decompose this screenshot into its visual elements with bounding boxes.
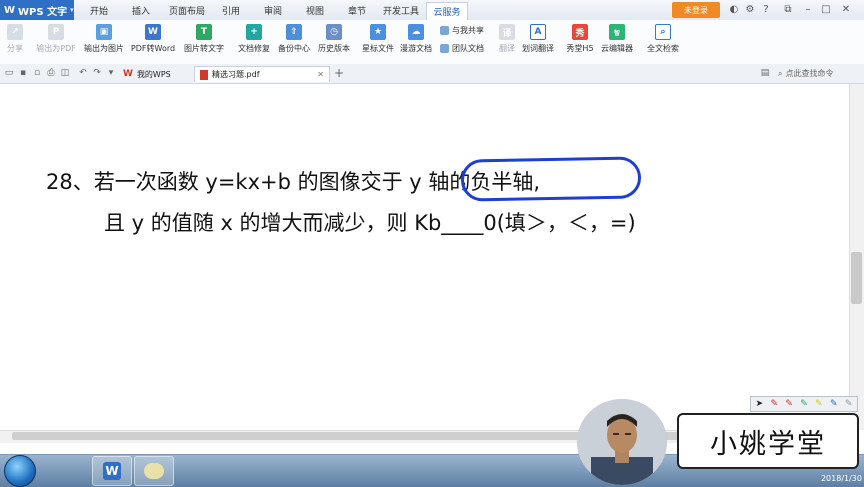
export-pdf-button[interactable]: P 输出为PDF <box>34 22 78 62</box>
app-menu-button[interactable]: W WPS 文字 ▾ <box>0 0 74 20</box>
vertical-scroll-thumb[interactable] <box>851 252 862 304</box>
export-icon[interactable]: ▫ <box>32 68 42 78</box>
pen-annotation-ellipse <box>460 156 642 202</box>
backup-icon: ⇧ <box>286 24 302 40</box>
undo-icon[interactable]: ↶ <box>78 68 88 78</box>
tab-reference[interactable]: 引用 <box>216 2 246 19</box>
translate-button[interactable]: 译 翻译 <box>494 22 520 62</box>
highlighter-icon[interactable]: ✎ <box>812 398 825 410</box>
taskbar-date: 2018/1/30 <box>820 474 862 483</box>
word-translate-button[interactable]: A 划词翻译 <box>520 22 556 62</box>
pdf-to-word-icon: W <box>145 24 161 40</box>
pdf-file-icon <box>200 69 208 80</box>
wps-logo-icon: W <box>4 4 16 16</box>
presenter-webcam <box>577 399 667 485</box>
image-to-text-button[interactable]: T 图片转文字 <box>182 22 226 62</box>
team-doc-button[interactable]: 团队文档 <box>440 42 484 54</box>
help-icon[interactable]: ? <box>758 2 774 17</box>
pdf-export-icon: P <box>48 24 64 40</box>
word-translate-icon: A <box>530 24 546 40</box>
cloud-editor-button[interactable]: 智 云编辑器 <box>598 22 636 62</box>
star-file-button[interactable]: ★ 星标文件 <box>360 22 396 62</box>
h5-icon: 秀 <box>572 24 588 40</box>
tab-cloud-service[interactable]: 云服务 <box>426 2 468 20</box>
restore-window-icon[interactable]: ⧉ <box>780 2 796 17</box>
wps-logo-icon: W <box>103 462 121 480</box>
minimize-icon[interactable]: – <box>800 2 816 17</box>
fulltext-search-button[interactable]: ⌕ 全文检索 <box>644 22 682 62</box>
eraser-icon[interactable]: ✎ <box>842 398 855 410</box>
shared-with-me-button[interactable]: 与我共享 <box>440 24 484 36</box>
image-export-icon: ▣ <box>96 24 112 40</box>
document-page[interactable] <box>0 84 849 430</box>
print-icon[interactable]: ⎙ <box>46 68 56 78</box>
start-button[interactable] <box>4 455 36 487</box>
doc-repair-icon: + <box>246 24 262 40</box>
settings-icon[interactable]: ⚙ <box>742 2 758 17</box>
chevron-down-icon: ▾ <box>70 6 74 14</box>
ocr-icon: T <box>196 24 212 40</box>
search-icon: ⌕ <box>778 68 783 78</box>
more-icon[interactable]: ▾ <box>106 68 116 78</box>
wps-logo-icon: W <box>123 69 133 79</box>
team-icon <box>440 43 449 53</box>
skin-icon[interactable]: ◐ <box>726 2 742 17</box>
history-version-button[interactable]: ◷ 历史版本 <box>314 22 354 62</box>
share-icon: ↗ <box>7 24 23 40</box>
open-icon[interactable]: ▭ <box>4 68 14 78</box>
history-icon: ◷ <box>326 24 342 40</box>
star-file-icon: ★ <box>370 24 386 40</box>
tab-view[interactable]: 视图 <box>300 2 330 19</box>
list-view-icon[interactable]: ▤ <box>760 68 770 78</box>
pdf-to-word-button[interactable]: W PDF转Word <box>128 22 178 62</box>
cloud-editor-icon: 智 <box>609 24 625 40</box>
tab-chapter[interactable]: 章节 <box>342 2 372 19</box>
tab-developer[interactable]: 开发工具 <box>380 2 422 19</box>
doc-tab-my-wps[interactable]: W 我的WPS <box>118 66 192 82</box>
pen-toolbar: ➤ ✎ ✎ ✎ ✎ ✎ ✎ <box>750 396 858 412</box>
green-pen-icon[interactable]: ✎ <box>798 398 811 410</box>
taskbar-wps-app[interactable]: W <box>92 456 132 486</box>
translate-icon: 译 <box>499 24 515 40</box>
tab-insert[interactable]: 插入 <box>126 2 156 19</box>
share-users-icon <box>440 25 449 35</box>
doc-repair-button[interactable]: + 文档修复 <box>234 22 274 62</box>
new-tab-icon[interactable]: + <box>334 66 344 80</box>
fulltext-search-icon: ⌕ <box>655 24 671 40</box>
cursor-icon[interactable]: ➤ <box>753 398 766 410</box>
roaming-doc-icon: ☁ <box>408 24 424 40</box>
channel-brand: 小姚学堂 <box>677 413 859 469</box>
backup-center-button[interactable]: ⇧ 备份中心 <box>274 22 314 62</box>
tab-start[interactable]: 开始 <box>84 2 114 19</box>
share-button[interactable]: ↗ 分享 <box>2 22 28 62</box>
tab-page-layout[interactable]: 页面布局 <box>166 2 208 19</box>
question-line-2: 且 y 的值随 x 的增大而减少，则 Kb____0(填＞，＜，=) <box>104 211 636 235</box>
save-icon[interactable]: ▪ <box>18 68 28 78</box>
taskbar-notes-app[interactable] <box>134 456 174 486</box>
export-image-button[interactable]: ▣ 输出为图片 <box>82 22 126 62</box>
tab-review[interactable]: 审阅 <box>258 2 288 19</box>
preview-icon[interactable]: ◫ <box>60 68 70 78</box>
redo-icon[interactable]: ↷ <box>92 68 102 78</box>
login-button[interactable]: 未登录 <box>672 2 720 18</box>
blue-pen-icon[interactable]: ✎ <box>827 398 840 410</box>
roaming-doc-button[interactable]: ☁ 漫游文档 <box>398 22 434 62</box>
app-name: WPS 文字 <box>18 6 68 18</box>
close-tab-icon[interactable]: ✕ <box>317 70 324 79</box>
pen-icon[interactable]: ✎ <box>783 398 796 410</box>
maximize-icon[interactable]: □ <box>818 2 834 17</box>
red-pen-icon[interactable]: ✎ <box>768 398 781 410</box>
notes-icon <box>144 463 164 479</box>
h5-button[interactable]: 秀 秀堂H5 <box>564 22 596 62</box>
doc-tab-active[interactable]: 精选习题.pdf ✕ <box>194 66 330 82</box>
close-icon[interactable]: ✕ <box>838 2 854 17</box>
command-search[interactable]: ⌕ 点此查找命令 <box>778 66 862 81</box>
